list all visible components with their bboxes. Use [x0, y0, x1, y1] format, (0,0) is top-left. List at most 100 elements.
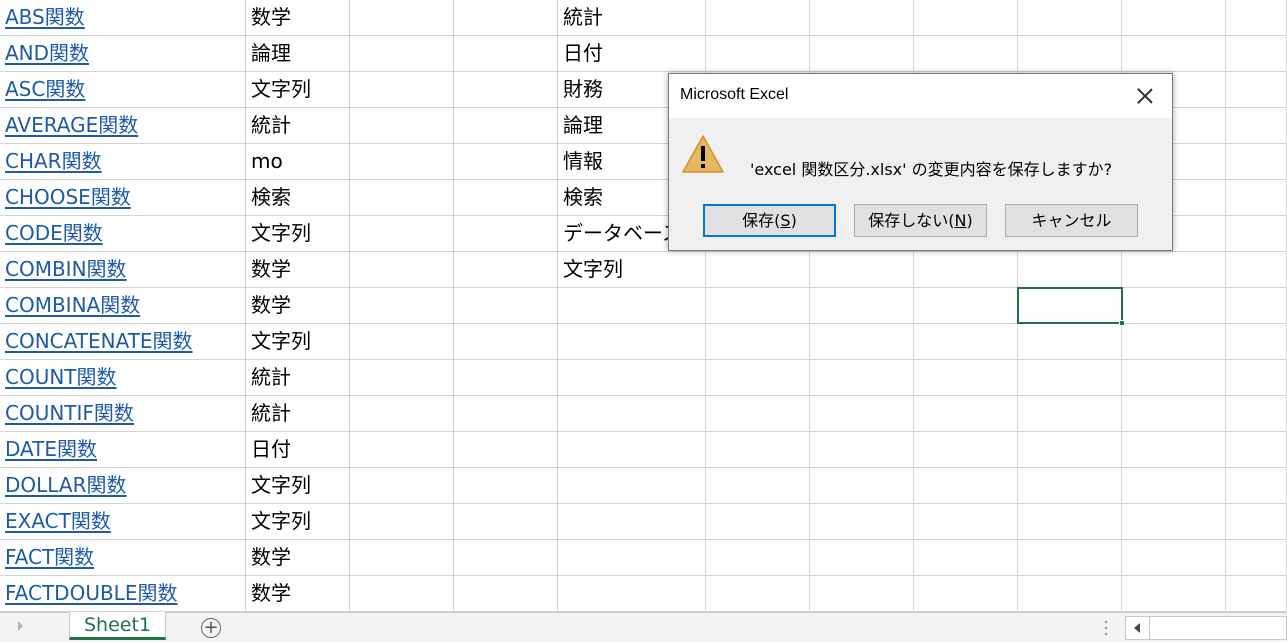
cell-empty[interactable]	[454, 144, 558, 179]
cell-empty[interactable]	[350, 540, 454, 575]
cell-function-name[interactable]: CHOOSE関数	[0, 180, 246, 215]
cell-empty[interactable]	[1226, 216, 1287, 251]
cell-empty[interactable]	[350, 0, 454, 35]
cell-category[interactable]: 文字列	[246, 504, 350, 539]
cell-function-name[interactable]: CODE関数	[0, 216, 246, 251]
cell-empty[interactable]	[914, 396, 1018, 431]
cell-empty[interactable]	[1122, 360, 1226, 395]
cell-empty[interactable]	[1018, 468, 1122, 503]
cell-function-name[interactable]: AVERAGE関数	[0, 108, 246, 143]
cell-empty[interactable]	[810, 504, 914, 539]
plus-circle-icon[interactable]: +	[201, 618, 221, 638]
sheet-tab-sheet1[interactable]: Sheet1	[69, 612, 166, 640]
cell-empty[interactable]	[454, 0, 558, 35]
cell-category[interactable]: 数学	[246, 252, 350, 287]
cell-category[interactable]: 数学	[246, 0, 350, 35]
cell-empty[interactable]	[350, 324, 454, 359]
cell-category[interactable]: 論理	[246, 36, 350, 71]
cell-empty[interactable]	[706, 540, 810, 575]
cell-category[interactable]: 検索	[246, 180, 350, 215]
cell-empty[interactable]	[350, 216, 454, 251]
horizontal-scrollbar[interactable]	[1125, 616, 1287, 640]
cell-empty[interactable]	[810, 396, 914, 431]
cell-empty[interactable]	[454, 216, 558, 251]
cell-category[interactable]: 日付	[246, 432, 350, 467]
cell-empty[interactable]	[706, 432, 810, 467]
cell-empty[interactable]	[1122, 288, 1226, 323]
cell-category[interactable]: 文字列	[246, 324, 350, 359]
cell-empty[interactable]	[454, 324, 558, 359]
cell-empty[interactable]	[1122, 504, 1226, 539]
cell-empty[interactable]	[454, 252, 558, 287]
cell-empty[interactable]	[350, 576, 454, 611]
cell-category-list[interactable]	[558, 288, 706, 323]
cell-function-name[interactable]: DATE関数	[0, 432, 246, 467]
cell-empty[interactable]	[1122, 0, 1226, 35]
cell-category[interactable]: mo	[246, 144, 350, 179]
cell-empty[interactable]	[1226, 504, 1287, 539]
cell-category[interactable]: 数学	[246, 540, 350, 575]
cell-function-name[interactable]: CONCATENATE関数	[0, 324, 246, 359]
cell-empty[interactable]	[1018, 360, 1122, 395]
cell-empty[interactable]	[914, 288, 1018, 323]
cell-empty[interactable]	[810, 432, 914, 467]
cell-empty[interactable]	[1018, 396, 1122, 431]
cell-empty[interactable]	[1226, 180, 1287, 215]
sheet-nav-arrow-icon[interactable]	[18, 621, 23, 631]
cell-function-name[interactable]: ABS関数	[0, 0, 246, 35]
cell-category[interactable]: 数学	[246, 288, 350, 323]
cell-empty[interactable]	[454, 108, 558, 143]
cell-empty[interactable]	[1018, 432, 1122, 467]
cell-empty[interactable]	[1122, 36, 1226, 71]
function-link[interactable]: COUNTIF関数	[5, 401, 134, 425]
cell-empty[interactable]	[706, 360, 810, 395]
cell-empty[interactable]	[1226, 432, 1287, 467]
cell-empty[interactable]	[1018, 504, 1122, 539]
cell-empty[interactable]	[706, 0, 810, 35]
cell-empty[interactable]	[454, 396, 558, 431]
close-icon[interactable]	[1135, 86, 1155, 106]
function-link[interactable]: FACT関数	[5, 545, 94, 569]
cell-empty[interactable]	[350, 468, 454, 503]
chevron-left-icon[interactable]	[1126, 617, 1150, 639]
function-link[interactable]: COMBINA関数	[5, 293, 140, 317]
cell-empty[interactable]	[350, 432, 454, 467]
cell-empty[interactable]	[454, 180, 558, 215]
tab-split-handle-icon[interactable]	[1104, 619, 1108, 637]
cell-empty[interactable]	[914, 36, 1018, 71]
cell-empty[interactable]	[914, 324, 1018, 359]
cell-function-name[interactable]: FACTDOUBLE関数	[0, 576, 246, 611]
cell-category[interactable]: 文字列	[246, 468, 350, 503]
cell-category[interactable]: 統計	[246, 360, 350, 395]
cell-function-name[interactable]: DOLLAR関数	[0, 468, 246, 503]
cell-empty[interactable]	[1018, 324, 1122, 359]
cell-empty[interactable]	[350, 180, 454, 215]
cell-empty[interactable]	[810, 36, 914, 71]
cell-empty[interactable]	[1226, 108, 1287, 143]
cell-empty[interactable]	[454, 432, 558, 467]
cell-empty[interactable]	[810, 360, 914, 395]
cell-empty[interactable]	[914, 540, 1018, 575]
function-link[interactable]: COUNT関数	[5, 365, 117, 389]
function-link[interactable]: ABS関数	[5, 5, 85, 29]
cell-empty[interactable]	[350, 72, 454, 107]
cell-function-name[interactable]: EXACT関数	[0, 504, 246, 539]
cell-empty[interactable]	[914, 576, 1018, 611]
cell-empty[interactable]	[1226, 468, 1287, 503]
cell-function-name[interactable]: COUNT関数	[0, 360, 246, 395]
cell-empty[interactable]	[1226, 36, 1287, 71]
cell-empty[interactable]	[1122, 432, 1226, 467]
cell-category-list[interactable]: 日付	[558, 36, 706, 71]
cell-empty[interactable]	[1226, 396, 1287, 431]
cell-category-list[interactable]	[558, 396, 706, 431]
cell-function-name[interactable]: FACT関数	[0, 540, 246, 575]
cell-empty[interactable]	[350, 288, 454, 323]
cell-empty[interactable]	[706, 252, 810, 287]
cell-empty[interactable]	[454, 360, 558, 395]
cell-empty[interactable]	[1226, 360, 1287, 395]
fill-handle[interactable]	[1119, 320, 1125, 326]
cell-empty[interactable]	[1122, 576, 1226, 611]
cell-empty[interactable]	[454, 36, 558, 71]
cell-empty[interactable]	[1226, 144, 1287, 179]
cell-empty[interactable]	[454, 540, 558, 575]
